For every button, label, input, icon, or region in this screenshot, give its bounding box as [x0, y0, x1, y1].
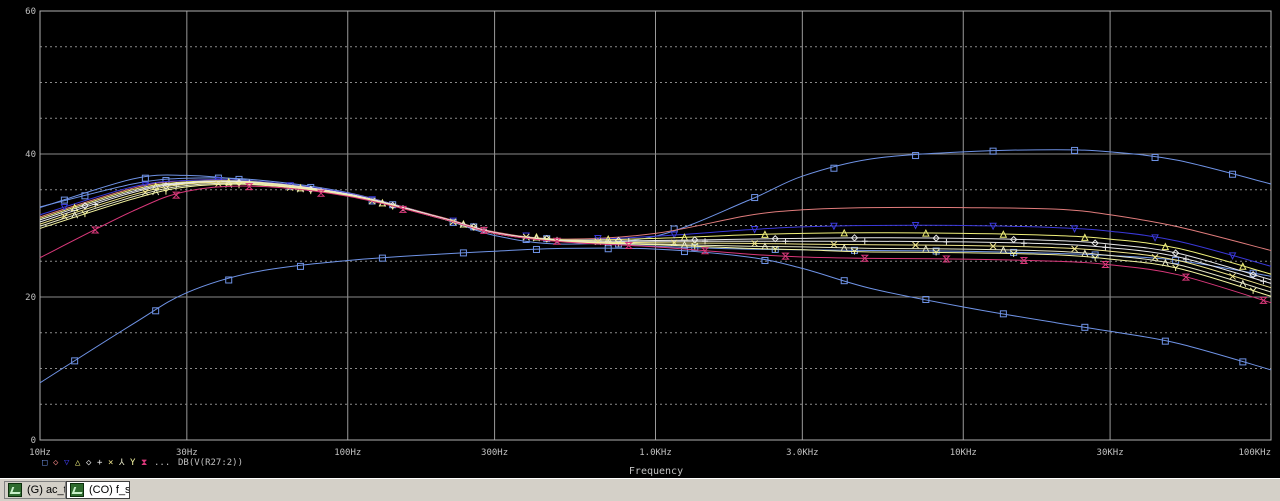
x-tick-label: 1.0KHz	[639, 448, 672, 458]
tab-f-swep[interactable]: (CO) f_swep ...	[66, 481, 130, 499]
tab-label: (G) ac_time	[27, 484, 65, 496]
legend-expression: DB(V(R27:2))	[178, 458, 243, 468]
x-tick-label: 3.0KHz	[786, 448, 819, 458]
data-point	[1151, 154, 1159, 162]
x-tick-label: 30KHz	[1097, 448, 1124, 458]
data-point	[782, 238, 789, 245]
legend-marker: ▽	[64, 458, 70, 468]
data-point	[1020, 240, 1027, 247]
y-tick-label: 20	[25, 293, 36, 303]
legend-marker: ⅄	[118, 458, 125, 468]
x-axis-title: Frequency	[629, 466, 683, 477]
probe-window-icon	[70, 483, 84, 497]
data-point	[1151, 234, 1159, 242]
data-point	[943, 238, 950, 245]
data-point	[296, 262, 304, 270]
tab-label: (CO) f_swep ...	[89, 484, 130, 496]
legend[interactable]: □ ◇ ▽ △ ◇ + × ⅄ Y ⧗... DB(V(R27:2))	[42, 458, 243, 468]
x-tick-label: 10Hz	[29, 448, 51, 458]
x-tick-label: 300Hz	[481, 448, 508, 458]
y-tick-label: 0	[31, 436, 36, 446]
legend-marker: Y	[130, 458, 136, 468]
window-taskbar: (G) ac_time (CO) f_swep ...	[0, 478, 1280, 501]
legend-marker: ⧗	[141, 458, 147, 468]
plot-window[interactable]: 10Hz 30Hz 100Hz 300Hz 1.0KHz 3.0KHz 10KHz 30KHz…	[0, 0, 1280, 478]
legend-marker: ×	[108, 458, 113, 468]
legend-marker: □	[42, 458, 48, 468]
data-point	[861, 238, 868, 245]
data-point	[1151, 254, 1159, 261]
probe-window-icon	[8, 483, 22, 497]
x-tick-label: 10KHz	[950, 448, 977, 458]
data-point	[172, 191, 181, 199]
tick-labels: 10Hz 30Hz 100Hz 300Hz 1.0KHz 3.0KHz 10KHz 30KHz…	[25, 7, 1271, 458]
legend-ellipsis: ...	[154, 458, 170, 468]
data-point	[604, 245, 612, 253]
data-point	[912, 152, 920, 160]
data-point	[1259, 296, 1268, 304]
x-tick-label: 100KHz	[1238, 448, 1271, 458]
legend-marker: ◇	[53, 458, 59, 468]
x-tick-label: 30Hz	[176, 448, 198, 458]
data-point	[91, 226, 100, 234]
probe-plot[interactable]: 10Hz 30Hz 100Hz 300Hz 1.0KHz 3.0KHz 10KHz 30KHz…	[0, 0, 1280, 478]
legend-marker: +	[97, 458, 103, 468]
legend-marker: ◇	[86, 458, 92, 468]
x-tick-label: 100Hz	[334, 448, 361, 458]
legend-marker: △	[75, 458, 81, 468]
y-tick-label: 60	[25, 7, 36, 17]
data-point	[1260, 278, 1267, 285]
tab-ac-time[interactable]: (G) ac_time	[4, 481, 66, 499]
y-tick-label: 40	[25, 150, 36, 160]
grid	[39, 11, 1272, 440]
data-point	[1102, 244, 1109, 251]
